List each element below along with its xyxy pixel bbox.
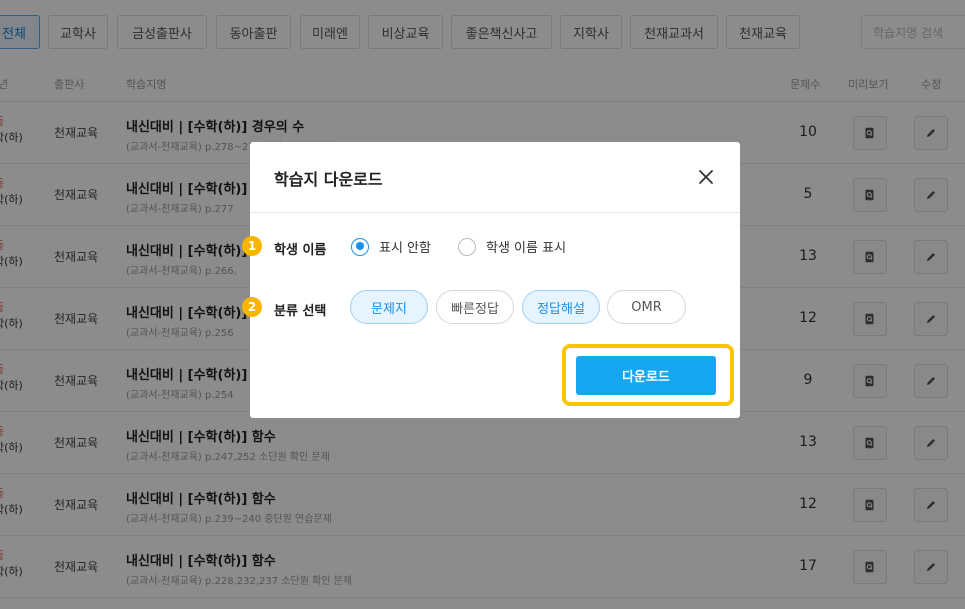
- category-select-label: 분류 선택: [274, 304, 327, 319]
- step-badge-2: 2: [242, 297, 262, 317]
- option-explanation[interactable]: 정답해설: [522, 290, 600, 324]
- radio-checked-icon: [351, 237, 369, 256]
- download-modal: 학습지 다운로드 1 학생 이름 표시 안함 학생 이름 표시 2 분류 선택 …: [242, 142, 740, 418]
- modal-divider: [250, 212, 740, 213]
- step-badge-1: 1: [242, 236, 262, 256]
- radio-hide-name[interactable]: 표시 안함: [351, 237, 431, 256]
- radio-show-name[interactable]: 학생 이름 표시: [458, 237, 566, 256]
- option-problem-sheet[interactable]: 문제지: [350, 290, 428, 324]
- student-name-label: 학생 이름: [274, 243, 327, 258]
- radio-label: 학생 이름 표시: [486, 241, 567, 256]
- radio-label: 표시 안함: [379, 241, 431, 256]
- download-button[interactable]: 다운로드: [576, 356, 716, 395]
- close-icon[interactable]: [695, 166, 717, 188]
- option-quick-answer[interactable]: 빠른정답: [436, 290, 514, 324]
- modal-title: 학습지 다운로드: [274, 170, 383, 189]
- option-omr[interactable]: OMR: [607, 290, 686, 324]
- radio-unchecked-icon: [458, 237, 476, 256]
